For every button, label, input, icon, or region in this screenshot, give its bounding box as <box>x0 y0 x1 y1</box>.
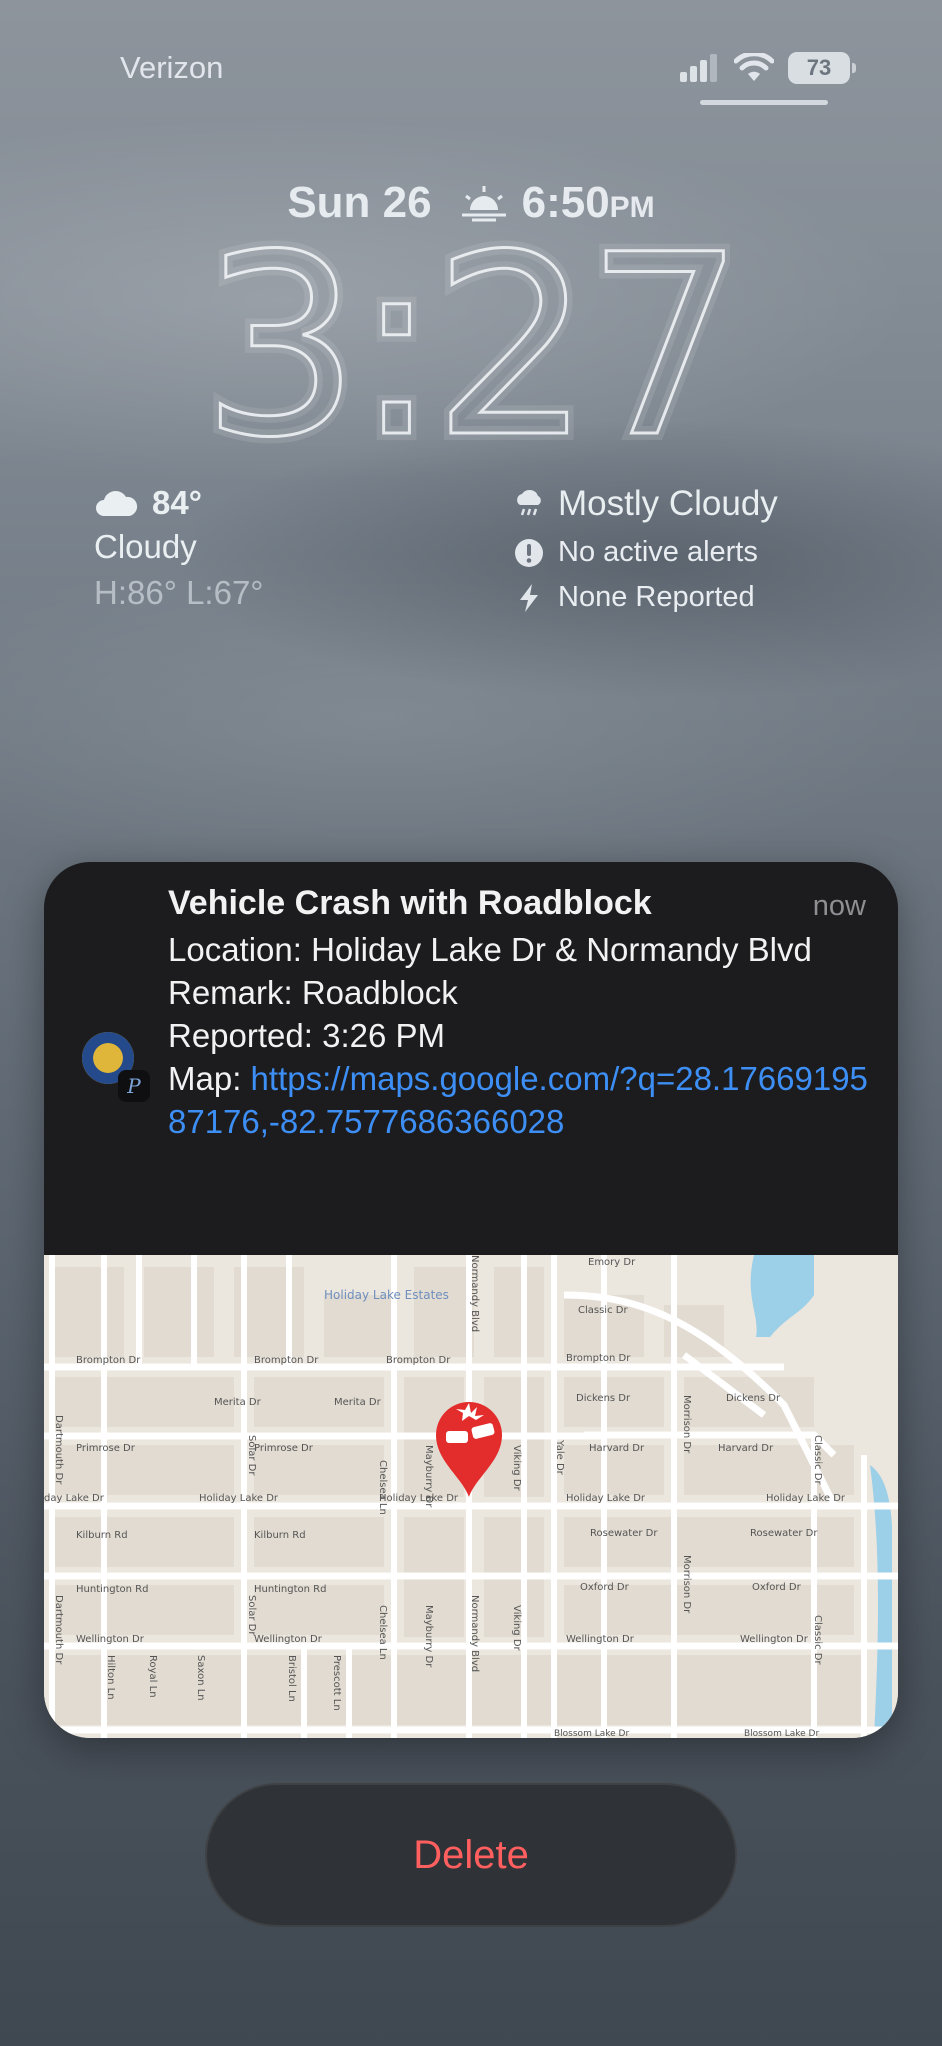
map-line: Map: https://maps.google.com/?q=28.17669… <box>168 1057 868 1143</box>
weather-condition: Cloudy <box>94 528 197 565</box>
street-huntington-1: Huntington Rd <box>76 1584 148 1595</box>
street-solar-1: Solar Dr <box>246 1435 257 1476</box>
street-mayburry-1: Mayburry Dr <box>423 1445 434 1508</box>
street-holiday-lake-2: Holiday Lake Dr <box>379 1493 459 1504</box>
street-merita-1: Merita Dr <box>214 1397 262 1408</box>
street-viking-1: Viking Dr <box>511 1445 522 1492</box>
cellular-signal-icon <box>680 54 717 82</box>
notification-header[interactable]: P Vehicle Crash with Roadblock now Locat… <box>44 862 898 1255</box>
street-wellington-4: Wellington Dr <box>740 1634 809 1645</box>
street-brompton-4: Brompton Dr <box>566 1353 631 1364</box>
weather-widget-right[interactable]: Mostly Cloudy No active alerts None Repo… <box>514 484 778 614</box>
battery-level: 73 <box>806 55 832 80</box>
street-viking-2: Viking Dr <box>511 1605 522 1652</box>
street-harvard-1: Harvard Dr <box>589 1443 645 1454</box>
street-wellington-2: Wellington Dr <box>254 1634 323 1645</box>
sunset-icon <box>461 186 506 222</box>
reported-line: Reported: 3:26 PM <box>168 1017 445 1054</box>
street-chelsea-2: Chelsea Ln <box>377 1605 388 1660</box>
street-royal: Royal Ln <box>147 1655 158 1698</box>
clock-time-shadow: 3:27 <box>210 238 730 458</box>
street-classic: Classic Dr <box>578 1305 628 1316</box>
street-holiday-lake-1: Holiday Lake Dr <box>199 1493 279 1504</box>
street-kilburn-2: Kilburn Rd <box>254 1530 306 1541</box>
alert-icon <box>515 538 543 567</box>
street-primrose-1: Primrose Dr <box>76 1443 136 1454</box>
street-solar-2: Solar Dr <box>246 1595 257 1636</box>
street-oxford-2: Oxford Dr <box>752 1582 802 1593</box>
street-wellington-1: Wellington Dr <box>76 1634 145 1645</box>
street-dickens-2: Dickens Dr <box>726 1393 781 1404</box>
cloud-rain-icon <box>517 489 541 516</box>
forecast-label: Mostly Cloudy <box>558 484 778 523</box>
street-emory: Emory Dr <box>588 1257 636 1268</box>
delete-button[interactable]: Delete <box>205 1783 737 1927</box>
date-widget[interactable]: Sun 26 6:50PM <box>0 178 942 228</box>
street-dartmouth-2: Dartmouth Dr <box>53 1595 64 1665</box>
street-huntington-2: Huntington Rd <box>254 1584 326 1595</box>
date-label: Sun 26 <box>287 178 432 227</box>
lightning-icon <box>520 583 538 612</box>
carrier-label: Verizon <box>120 50 224 85</box>
street-primrose-2: Primrose Dr <box>254 1443 314 1454</box>
street-blossom-1: Blossom Lake Dr <box>554 1729 629 1738</box>
map-neighborhood-label: Holiday Lake Estates <box>324 1288 449 1302</box>
street-prescott: Prescott Ln <box>331 1655 342 1711</box>
street-kilburn-1: Kilburn Rd <box>76 1530 128 1541</box>
cloud-icon <box>96 491 138 516</box>
street-oxford-1: Oxford Dr <box>580 1582 630 1593</box>
street-rosewater-2: Rosewater Dr <box>750 1528 818 1539</box>
notification-title: Vehicle Crash with Roadblock <box>168 884 652 922</box>
map-link[interactable]: https://maps.google.com/?q=28.1766919587… <box>168 1060 868 1140</box>
sunset-suffix: PM <box>609 191 655 224</box>
street-normandy-2: Normandy Blvd <box>469 1595 480 1672</box>
lock-clock: 3:27 3:27 <box>210 238 730 458</box>
alerts-label: No active alerts <box>558 536 758 568</box>
status-icons: 73 <box>680 50 856 86</box>
lightning-label: None Reported <box>558 581 755 613</box>
app-badge-icon: P <box>118 1070 150 1102</box>
street-dickens-1: Dickens Dr <box>576 1393 631 1404</box>
sunset-time: 6:50 <box>521 178 610 227</box>
location-line: Location: Holiday Lake Dr & Normandy Blv… <box>168 931 812 968</box>
street-blossom-2: Blossom Lake Dr <box>744 1729 819 1738</box>
street-classic-3: Classic Dr <box>812 1615 823 1665</box>
street-holiday-lake-4: Holiday Lake Dr <box>766 1493 846 1504</box>
notification-card[interactable]: P Vehicle Crash with Roadblock now Locat… <box>44 862 898 1738</box>
street-morrison-1: Morrison Dr <box>681 1395 692 1454</box>
street-normandy-1: Normandy Blvd <box>469 1255 480 1332</box>
street-harvard-2: Harvard Dr <box>718 1443 774 1454</box>
high-low-temp: H:86° L:67° <box>94 574 264 611</box>
street-merita-2: Merita Dr <box>334 1397 382 1408</box>
street-rosewater-1: Rosewater Dr <box>590 1528 658 1539</box>
street-brompton-3: Brompton Dr <box>386 1355 451 1366</box>
street-holiday-lake-3: Holiday Lake Dr <box>566 1493 646 1504</box>
street-yale: Yale Dr <box>554 1439 565 1476</box>
street-hilton: Hilton Ln <box>105 1655 116 1700</box>
notification-body: Location: Holiday Lake Dr & Normandy Blv… <box>168 928 868 1143</box>
wifi-icon <box>734 53 774 81</box>
street-mayburry-2: Mayburry Dr <box>423 1605 434 1668</box>
map-preview[interactable]: Holiday Lake Estates Emory Dr Classic Dr… <box>44 1255 898 1738</box>
street-classic-2: Classic Dr <box>812 1435 823 1485</box>
battery-indicator: 73 <box>788 52 856 84</box>
map-label: Map: <box>168 1060 251 1097</box>
weather-widget-left[interactable]: 84° Cloudy H:86° L:67° <box>94 484 264 612</box>
street-morrison-2: Morrison Dr <box>681 1555 692 1614</box>
street-chelsea-1: Chelsea Ln <box>377 1460 388 1515</box>
street-saxon: Saxon Ln <box>195 1655 206 1701</box>
street-dartmouth-1: Dartmouth Dr <box>53 1415 64 1485</box>
current-temp: 84° <box>152 484 202 521</box>
street-brompton-1: Brompton Dr <box>76 1355 141 1366</box>
street-bristol: Bristol Ln <box>286 1655 297 1702</box>
remark-line: Remark: Roadblock <box>168 974 458 1011</box>
notification-time: now <box>812 890 866 922</box>
control-center-grabber[interactable] <box>700 100 828 105</box>
street-day-lake: day Lake Dr <box>44 1493 105 1504</box>
street-wellington-3: Wellington Dr <box>566 1634 635 1645</box>
street-brompton-2: Brompton Dr <box>254 1355 319 1366</box>
